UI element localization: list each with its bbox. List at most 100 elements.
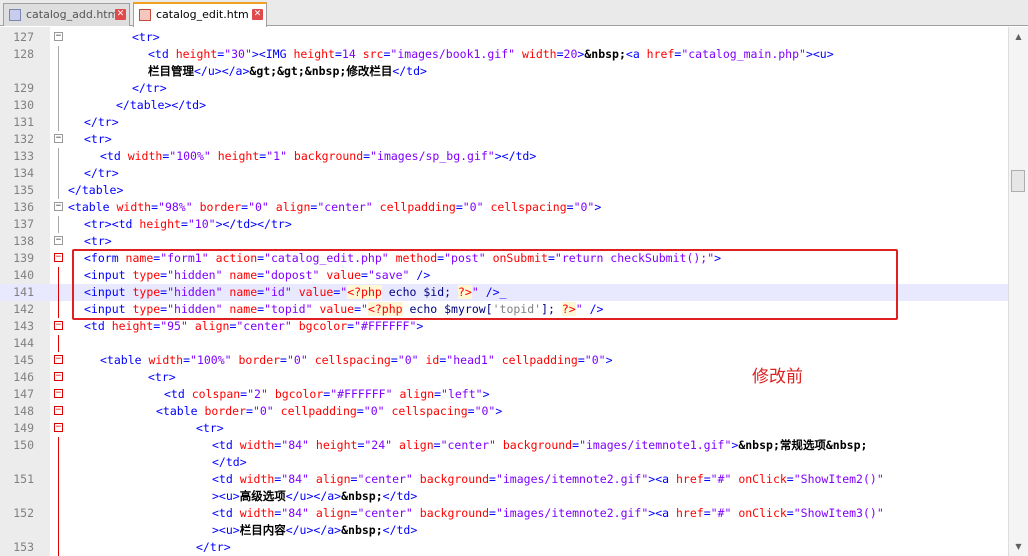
- fold-toggle-icon[interactable]: −: [54, 253, 63, 262]
- code-token: id: [425, 353, 440, 367]
- line-number: 145: [13, 353, 34, 367]
- fold-toggle-icon[interactable]: −: [54, 406, 63, 415]
- code-line[interactable]: 127 − <tr>: [0, 29, 1008, 46]
- code-line[interactable]: 149 − <tr>: [0, 420, 1008, 437]
- code-line[interactable]: 150 <td width="84" height="24" align="cen…: [0, 437, 1008, 454]
- fold-toggle-icon[interactable]: −: [54, 372, 63, 381]
- code-token: "#FFFFFF": [330, 387, 400, 401]
- code-line[interactable]: 147− <td colspan="2" bgcolor="#FFFFFF" al…: [0, 386, 1008, 403]
- fold-toggle-icon[interactable]: −: [54, 32, 63, 41]
- vertical-scrollbar[interactable]: ▲ ▼: [1008, 27, 1028, 556]
- fold-line: [58, 437, 59, 454]
- code-token: ></td>: [494, 149, 537, 163]
- code-token: "left": [441, 387, 483, 401]
- code-line[interactable]: 133 <td width="100%" height="1" backgroun…: [0, 148, 1008, 165]
- code-line[interactable]: 131 </tr>: [0, 114, 1008, 131]
- code-line[interactable]: 135 </table>: [0, 182, 1008, 199]
- code-token: <tr>: [84, 234, 112, 248]
- code-token: =: [566, 200, 574, 214]
- code-token: "images/itemnote2.gif": [495, 506, 649, 520]
- code-token: <tr>: [148, 370, 176, 384]
- code-token: align: [275, 200, 311, 214]
- fold-toggle-icon[interactable]: −: [54, 202, 63, 211]
- close-icon[interactable]: ✕: [252, 9, 263, 20]
- code-token: <a: [625, 47, 647, 61]
- code-line[interactable]: 136− <table width="98%" border="0" align=…: [0, 199, 1008, 216]
- code-line[interactable]: 143 − <td height="95" align="center" bgcol…: [0, 318, 1008, 335]
- line-number: 134: [13, 166, 34, 180]
- fold-toggle-icon[interactable]: −: [54, 355, 63, 364]
- code-line[interactable]: ><u>栏目内容</u></a>&nbsp;</td>: [0, 522, 1008, 539]
- code-token: "images/itemnote2.gif": [495, 472, 649, 486]
- code-line[interactable]: 128 <td height="30"><IMG height=14 src="i…: [0, 46, 1008, 63]
- annotation-label: 修改前: [752, 367, 803, 387]
- code-text: </td>: [212, 454, 247, 471]
- code-token: <td: [212, 472, 240, 486]
- code-line[interactable]: 152 <td width = "84" align = "center" backgro…: [0, 505, 1008, 522]
- line-number: 135: [13, 183, 34, 197]
- code-token: colspan: [191, 387, 241, 401]
- code-line[interactable]: 129 </tr>: [0, 80, 1008, 97]
- code-token: 高级选项: [239, 489, 286, 503]
- scroll-up-icon[interactable]: ▲: [1011, 29, 1026, 44]
- code-token: "10": [187, 217, 216, 231]
- code-token: </td>: [382, 489, 418, 503]
- code-token: "0": [363, 404, 392, 418]
- code-line[interactable]: 138 − <tr>: [0, 233, 1008, 250]
- fold-toggle-icon[interactable]: −: [54, 134, 63, 143]
- line-number: 146: [13, 370, 34, 384]
- code-line[interactable]: 145− <table width="100%" border="0" cells…: [0, 352, 1008, 369]
- code-line[interactable]: 146 − <tr>: [0, 369, 1008, 386]
- code-token: =: [390, 353, 398, 367]
- scroll-down-icon[interactable]: ▼: [1011, 539, 1026, 554]
- code-line[interactable]: </td>: [0, 454, 1008, 471]
- code-token: <table: [156, 404, 205, 418]
- code-token: </tr>: [84, 115, 119, 129]
- code-token: ></td></tr>: [215, 217, 292, 231]
- code-token: "center": [317, 200, 380, 214]
- fold-toggle-icon[interactable]: −: [54, 236, 63, 245]
- fold-toggle-icon[interactable]: −: [54, 423, 63, 432]
- code-token: =: [280, 353, 287, 367]
- code-text: <td colspan="2" bgcolor="#FFFFFF" align=…: [164, 386, 490, 403]
- close-icon[interactable]: ✕: [115, 9, 126, 20]
- line-number: 127: [13, 30, 34, 44]
- code-line[interactable]: ><u>高级选项</u></a>&nbsp;</td>: [0, 488, 1008, 505]
- code-token: align: [315, 506, 351, 520]
- code-line[interactable]: 130 </table></td>: [0, 97, 1008, 114]
- code-token: </td>: [382, 523, 418, 537]
- code-token: </u></a>: [285, 489, 342, 503]
- highlight-box: [72, 249, 898, 320]
- code-line[interactable]: 148− <table border="0" cellpadding="0" ce…: [0, 403, 1008, 420]
- fold-toggle-icon[interactable]: −: [54, 389, 63, 398]
- line-number: 139: [13, 251, 34, 265]
- code-line[interactable]: 153 </tr>: [0, 539, 1008, 556]
- code-token: "center": [357, 506, 420, 520]
- tab-bar: catalog_add.htm ✕ catalog_edit.htm ✕: [0, 0, 1028, 27]
- file-icon: [139, 9, 151, 21]
- code-token: >: [605, 353, 613, 367]
- tab-catalog-add[interactable]: catalog_add.htm ✕: [3, 3, 130, 26]
- code-token: "images/book1.gif": [390, 47, 522, 61]
- code-token: &nbsp;: [738, 438, 780, 452]
- code-token: height: [217, 149, 260, 163]
- code-token: onClick: [738, 472, 787, 486]
- fold-line: [58, 148, 59, 165]
- code-token: "center": [440, 438, 503, 452]
- file-icon: [9, 9, 21, 21]
- code-line[interactable]: 132 − <tr>: [0, 131, 1008, 148]
- fold-toggle-icon[interactable]: −: [54, 321, 63, 330]
- code-line[interactable]: 151 <td width = "84" align = "center" backgro…: [0, 471, 1008, 488]
- code-line[interactable]: 137 <tr><td height="10"></td></tr>: [0, 216, 1008, 233]
- code-token: cellspacing: [490, 200, 567, 214]
- code-line[interactable]: 栏目管理</u></a>&gt;&gt;&nbsp;修改栏目</td>: [0, 63, 1008, 80]
- code-token: "ShowItem3()": [793, 506, 884, 520]
- code-line[interactable]: 144: [0, 335, 1008, 352]
- scroll-thumb[interactable]: [1011, 170, 1025, 192]
- code-line[interactable]: 134 </tr>: [0, 165, 1008, 182]
- code-text: <td width = "84" align = "center" background…: [212, 505, 884, 522]
- tab-catalog-edit[interactable]: catalog_edit.htm ✕: [133, 2, 267, 27]
- code-editor[interactable]: 127 − <tr> 128 <td height="30"><IMG height=1…: [0, 27, 1028, 556]
- code-token: ><u>: [212, 523, 240, 537]
- line-number: 142: [13, 302, 34, 316]
